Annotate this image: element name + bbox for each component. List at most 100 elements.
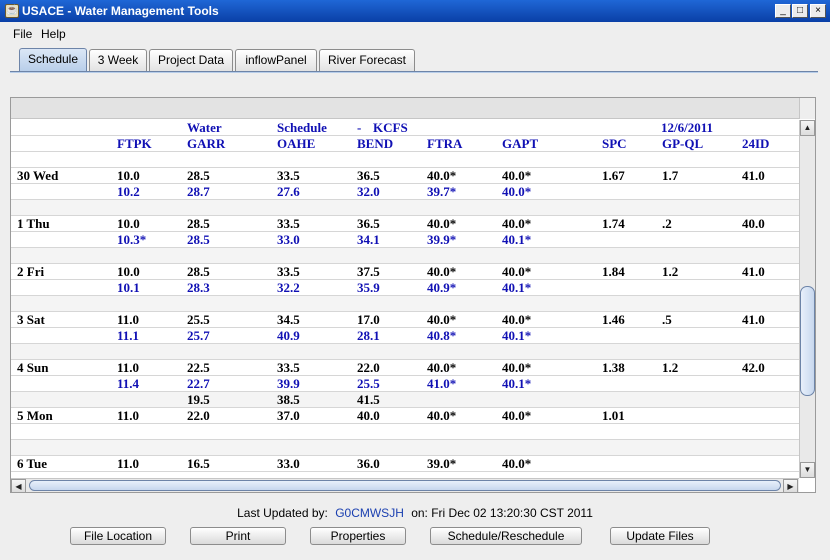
table-cell: 2 Fri (17, 264, 45, 279)
table-cell: 42.0 (742, 360, 765, 375)
table-cell: 37.0 (277, 408, 300, 423)
table-cell: 1.01 (602, 408, 625, 423)
table-row[interactable]: 30 Wed 10.0 28.5 33.5 36.5 40.0* 40.0* 1.67 1.7 4… (11, 168, 799, 184)
menu-bar: File Help (0, 22, 830, 44)
table-cell: 6 Tue (17, 456, 47, 471)
table-cell: 40.0* (502, 168, 532, 183)
table-cell: 10.0 (117, 216, 140, 231)
maximize-button[interactable]: □ (792, 4, 808, 18)
tab-3-week[interactable]: 3 Week (89, 49, 147, 71)
table-cell: 28.3 (187, 280, 210, 295)
tab-river-forecast[interactable]: River Forecast (319, 49, 415, 71)
table-cell: 40.0* (427, 312, 457, 327)
horizontal-scrollbar[interactable]: ◀ ▶ (11, 478, 799, 493)
table-cell: 32.0 (357, 184, 380, 199)
minimize-button[interactable]: _ (775, 4, 791, 18)
table-cell: 1.2 (662, 264, 679, 279)
vertical-scrollbar[interactable]: ▲ ▼ (799, 120, 815, 478)
tab-project-data[interactable]: Project Data (149, 49, 233, 71)
table-row[interactable] (11, 440, 799, 456)
table-cell: 40.0* (502, 184, 532, 199)
menu-help[interactable]: Help (41, 27, 66, 41)
column-header-gapt: GAPT (502, 136, 539, 151)
update-files-button[interactable]: Update Files (610, 527, 710, 545)
table-cell: 1.38 (602, 360, 625, 375)
table-cell: 28.5 (187, 232, 210, 247)
table-spacer-row (11, 152, 799, 168)
table-row[interactable] (11, 200, 799, 216)
table-row[interactable] (11, 248, 799, 264)
table-row[interactable]: 11.1 25.7 40.9 28.1 40.8* 40.1* (11, 328, 799, 344)
table-cell: 40.0* (427, 408, 457, 423)
table-cell: 1.7 (662, 168, 679, 183)
table-row[interactable] (11, 344, 799, 360)
table-cell: 40.0* (502, 360, 532, 375)
properties-button[interactable]: Properties (310, 527, 406, 545)
table-body[interactable]: Water Schedule - KCFS 12/6/2011 FTPK GARR OAHE B… (11, 120, 799, 478)
scroll-left-arrow-icon[interactable]: ◀ (11, 479, 26, 493)
table-cell: 10.0 (117, 168, 140, 183)
scroll-down-arrow-icon[interactable]: ▼ (800, 462, 815, 478)
table-cell: 41.0* (427, 376, 457, 391)
table-cell: 40.0* (502, 456, 532, 471)
scroll-right-arrow-icon[interactable]: ▶ (783, 479, 798, 493)
column-header-oahe: OAHE (277, 136, 316, 151)
window-title: USACE - Water Management Tools (22, 4, 219, 18)
table-cell: 40.1* (502, 328, 532, 343)
table-row[interactable]: 2 Fri 10.0 28.5 33.5 37.5 40.0* 40.0* 1.84 1.2 41… (11, 264, 799, 280)
table-cell: 33.5 (277, 360, 300, 375)
table-cell: 40.0* (502, 312, 532, 327)
table-cell: 40.0* (502, 216, 532, 231)
column-header-garr: GARR (187, 136, 226, 151)
table-cell: 10.1 (117, 280, 140, 295)
table-header-strip (11, 98, 799, 119)
table-row[interactable]: 19.5 38.5 41.5 (11, 392, 799, 408)
close-button[interactable]: × (810, 4, 826, 18)
table-row[interactable]: 11.4 22.7 39.9 25.5 41.0* 40.1* (11, 376, 799, 392)
file-location-button[interactable]: File Location (70, 527, 166, 545)
table-cell: 40.1* (502, 280, 532, 295)
title-dash: - (357, 120, 362, 135)
table-row[interactable]: 3 Sat 11.0 25.5 34.5 17.0 40.0* 40.0* 1.46 .5 41.… (11, 312, 799, 328)
table-row[interactable]: 6 Tue 11.0 16.5 33.0 36.0 39.0* 40.0* (11, 456, 799, 472)
table-cell: 28.1 (357, 328, 380, 343)
table-cell: 17.0 (357, 312, 380, 327)
table-cell: 10.2 (117, 184, 140, 199)
table-cell: 5 Mon (17, 408, 53, 423)
table-row[interactable]: 10.2 28.7 27.6 32.0 39.7* 40.0* (11, 184, 799, 200)
schedule-reschedule-button[interactable]: Schedule/Reschedule (430, 527, 582, 545)
table-row[interactable] (11, 296, 799, 312)
tab-inflow-panel[interactable]: inflowPanel (235, 49, 317, 71)
table-row[interactable]: 4 Sun 11.0 22.5 33.5 22.0 40.0* 40.0* 1.38 1.2 42… (11, 360, 799, 376)
table-cell: 11.0 (117, 360, 140, 375)
table-row[interactable]: 1 Thu 10.0 28.5 33.5 36.5 40.0* 40.0* 1.74 .2 40.… (11, 216, 799, 232)
table-row[interactable]: 5 Mon 11.0 22.0 37.0 40.0 40.0* 40.0* 1.01 (11, 408, 799, 424)
last-updated-line: Last Updated by: G0CMWSJH on: Fri Dec 02… (0, 506, 830, 520)
table-cell: 11.4 (117, 376, 140, 391)
table-row[interactable]: 10.1 28.3 32.2 35.9 40.9* 40.1* (11, 280, 799, 296)
table-corner (799, 98, 815, 119)
tab-strip: Schedule 3 Week Project Data inflowPanel… (0, 44, 830, 72)
horizontal-scroll-thumb[interactable] (29, 480, 781, 491)
table-cell: 11.0 (117, 408, 140, 423)
print-button[interactable]: Print (190, 527, 286, 545)
menu-file[interactable]: File (13, 27, 32, 41)
table-row[interactable] (11, 424, 799, 440)
title-bar: ☕ USACE - Water Management Tools _ □ × (0, 0, 830, 22)
table-cell: 22.0 (357, 360, 380, 375)
table-cell: 40.0* (427, 264, 457, 279)
table-cell: 33.5 (277, 216, 300, 231)
vertical-scroll-thumb[interactable] (800, 286, 815, 396)
table-cell: 19.5 (187, 392, 210, 407)
table-cell: 39.9* (427, 232, 457, 247)
table-cell: 28.5 (187, 168, 210, 183)
scroll-up-arrow-icon[interactable]: ▲ (800, 120, 815, 136)
title-water: Water (187, 120, 222, 135)
table-cell: 16.5 (187, 456, 210, 471)
table-cell: 10.0 (117, 264, 140, 279)
table-row[interactable]: 10.3* 28.5 33.0 34.1 39.9* 40.1* (11, 232, 799, 248)
table-cell: 40.0* (427, 168, 457, 183)
table-cell: 36.5 (357, 168, 380, 183)
last-updated-label: Last Updated by: (237, 506, 328, 520)
tab-schedule[interactable]: Schedule (19, 48, 87, 72)
